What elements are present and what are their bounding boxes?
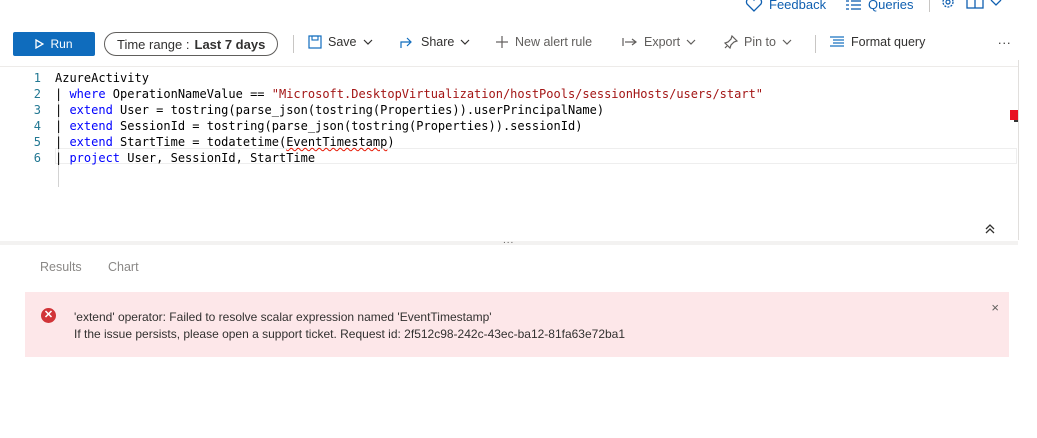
code-text: | extend User = tostring(parse_json(tost… [55, 102, 604, 118]
export-button[interactable]: Export [622, 35, 696, 49]
code-token: | [55, 119, 70, 133]
chevron-down-icon [363, 39, 372, 45]
code-text: | where OperationNameValue == "Microsoft… [55, 86, 763, 102]
pin-icon [724, 35, 738, 49]
error-squiggle-token: EventTimestamp [286, 135, 388, 149]
code-token: SessionId = tostring(parse_json(tostring… [112, 119, 583, 133]
feedback-link[interactable]: Feedback [745, 0, 826, 12]
plus-icon [496, 36, 508, 48]
query-editor[interactable]: 1 AzureActivity 2 | where OperationNameValu… [0, 66, 1018, 243]
line-number: 4 [33, 119, 41, 133]
code-token: ) [387, 135, 395, 149]
double-chevron-up-icon[interactable] [984, 223, 996, 235]
code-token: | [55, 151, 70, 165]
more-options-button[interactable]: ... [998, 33, 1011, 47]
chevron-down-icon [782, 39, 792, 45]
code-token: User = tostring(parse_json(tostring(Prop… [112, 103, 605, 117]
pane-splitter[interactable]: ... [0, 235, 1018, 246]
tab-chart[interactable]: Chart [108, 260, 139, 274]
code-line[interactable]: 2 | where OperationNameValue == "Microsof… [0, 86, 1000, 102]
format-query-label: Format query [851, 35, 926, 49]
time-range-value: Last 7 days [194, 36, 266, 52]
gear-icon[interactable] [940, 0, 956, 10]
share-label: Share [421, 35, 455, 49]
splitter-handle[interactable]: ... [503, 235, 514, 246]
save-label: Save [328, 35, 357, 49]
editor-scrollbar-track[interactable] [1018, 60, 1019, 240]
time-range-prefix: Time range : [117, 36, 190, 52]
scroll-cursor-marker [1014, 120, 1018, 122]
export-arrow-icon [622, 38, 637, 46]
save-button[interactable]: Save [308, 35, 373, 49]
chevron-down-icon [460, 39, 470, 45]
line-number: 5 [33, 135, 41, 149]
code-token: extend [69, 135, 113, 149]
queries-list-icon [846, 0, 861, 10]
queries-label: Queries [868, 0, 914, 12]
code-text: | project User, SessionId, StartTime [55, 150, 315, 166]
top-header: Feedback Queries [0, 0, 1037, 14]
error-text-line1: 'extend' operator: Failed to resolve sca… [74, 310, 492, 324]
heart-icon [745, 0, 763, 12]
book-icon[interactable] [966, 0, 984, 10]
code-text: AzureActivity [55, 70, 149, 86]
header-divider [929, 0, 930, 12]
new-alert-label: New alert rule [515, 35, 593, 49]
code-token: | [55, 87, 70, 101]
query-toolbar: Run Time range : Last 7 days Save Share … [0, 30, 1037, 58]
code-token: | [55, 135, 70, 149]
error-text-line2: If the issue persists, please open a sup… [74, 327, 626, 341]
share-button[interactable]: Share [399, 35, 470, 49]
toolbar-divider [293, 35, 294, 53]
code-token: StartTime = todatetime( [112, 135, 287, 149]
code-token: "Microsoft.DesktopVirtualization/hostPoo… [271, 87, 764, 101]
results-tabs: Results Chart [0, 258, 1018, 280]
code-token: extend [69, 119, 113, 133]
code-line[interactable]: 6 | project User, SessionId, StartTime [0, 150, 1000, 166]
code-token: extend [69, 103, 113, 117]
line-number: 1 [33, 71, 41, 85]
code-token: | [55, 103, 70, 117]
code-token: AzureActivity [55, 71, 149, 85]
run-button[interactable]: Run [13, 32, 95, 56]
code-text: | extend StartTime = todatetime(EventTim… [55, 134, 395, 150]
error-scroll-marker [1010, 110, 1018, 120]
code-token: User, SessionId, StartTime [120, 151, 316, 165]
code-token: OperationNameValue == [105, 87, 272, 101]
export-label: Export [644, 35, 681, 49]
play-icon [35, 39, 45, 49]
code-line[interactable]: 1 AzureActivity [0, 70, 1000, 86]
tab-results[interactable]: Results [40, 260, 82, 274]
pin-label: Pin to [744, 35, 776, 49]
format-query-button[interactable]: Format query [829, 35, 925, 49]
new-alert-rule-button[interactable]: New alert rule [495, 35, 592, 49]
code-token: project [69, 151, 121, 165]
code-line[interactable]: 3 | extend User = tostring(parse_json(tos… [0, 102, 1000, 118]
code-text: | extend SessionId = tostring(parse_json… [55, 118, 582, 134]
line-number: 6 [33, 151, 41, 165]
run-label: Run [50, 37, 73, 51]
more-label: ... [998, 33, 1012, 47]
error-message-bar: ✕ 'extend' operator: Failed to resolve s… [25, 292, 1009, 357]
close-icon[interactable]: × [991, 300, 999, 315]
line-number: 2 [33, 87, 41, 101]
time-range-button[interactable]: Time range : Last 7 days [104, 32, 279, 56]
toolbar-divider [815, 35, 816, 53]
feedback-label: Feedback [769, 0, 827, 12]
error-circle-icon: ✕ [41, 308, 56, 323]
code-token: where [69, 87, 106, 101]
chevron-down-icon [686, 39, 696, 45]
share-icon [400, 37, 412, 48]
chevron-down-icon[interactable] [990, 0, 1002, 8]
format-icon [830, 36, 844, 47]
code-line[interactable]: 5 | extend StartTime = todatetime(EventTi… [0, 134, 1000, 150]
queries-link[interactable]: Queries [846, 0, 914, 12]
code-line[interactable]: 4 | extend SessionId = tostring(parse_jso… [0, 118, 1000, 134]
save-icon [308, 35, 322, 49]
line-number: 3 [33, 103, 41, 117]
pin-to-button[interactable]: Pin to [724, 35, 792, 49]
